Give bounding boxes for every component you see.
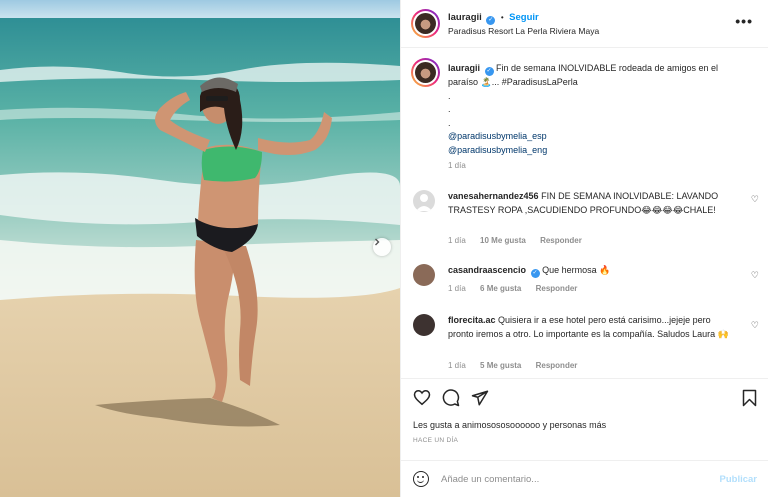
comment-username[interactable]: florecita.ac xyxy=(448,315,496,325)
likes-summary[interactable]: Les gusta a animosososoooooo y personas … xyxy=(413,420,606,430)
caption-dot: . xyxy=(448,90,451,101)
post-photo[interactable] xyxy=(0,0,400,497)
caption-text-block: lauragii ✓ Fin de semana INOLVIDABLE rod… xyxy=(448,62,738,157)
comment-like-heart-icon[interactable]: ♡ xyxy=(751,194,759,205)
caption-time: 1 día xyxy=(448,161,466,170)
chevron-right-icon xyxy=(375,238,380,246)
comment-meta: 1 día 6 Me gusta Responder xyxy=(448,284,589,293)
verified-icon: ✓ xyxy=(484,67,494,76)
follow-button[interactable]: Seguir xyxy=(509,12,539,23)
mention-link[interactable]: @paradisusbymelia_eng xyxy=(448,144,738,158)
comment-item: vanesahernandez456 FIN DE SEMANA INOLVID… xyxy=(401,188,768,248)
comment-text: Que hermosa 🔥 xyxy=(542,265,611,275)
comment-item: florecita.ac Quisiera ir a ese hotel per… xyxy=(401,312,768,378)
comments-list: lauragii ✓ Fin de semana INOLVIDABLE rod… xyxy=(401,48,768,378)
add-comment-bar: Añade un comentario... Publicar xyxy=(401,460,768,497)
caption-dot: . xyxy=(448,104,451,114)
publish-button[interactable]: Publicar xyxy=(720,474,758,485)
comment-username[interactable]: casandraascencio xyxy=(448,265,526,275)
comment-meta: 1 día 10 Me gusta Responder xyxy=(448,236,594,245)
caption-username[interactable]: lauragii xyxy=(448,63,480,73)
comment-icon[interactable] xyxy=(442,389,460,407)
comment-like-heart-icon[interactable]: ♡ xyxy=(751,270,759,281)
verified-icon: ✓ xyxy=(530,269,540,278)
more-options-icon[interactable]: ••• xyxy=(735,13,753,29)
comment-time: 1 día xyxy=(448,361,466,370)
comment-time: 1 día xyxy=(448,236,466,245)
heart-icon[interactable] xyxy=(413,389,431,406)
comment-username[interactable]: vanesahernandez456 xyxy=(448,191,539,201)
mention-link[interactable]: @paradisusbymelia_esp xyxy=(448,130,738,144)
commenter-avatar[interactable] xyxy=(413,314,435,336)
commenter-avatar[interactable] xyxy=(413,190,435,212)
author-avatar[interactable] xyxy=(411,9,440,38)
bookmark-icon[interactable] xyxy=(742,389,757,407)
comment-meta: 1 día 5 Me gusta Responder xyxy=(448,361,589,370)
action-bar xyxy=(401,378,768,418)
comment-like-heart-icon[interactable]: ♡ xyxy=(751,320,759,331)
comment-likes[interactable]: 5 Me gusta xyxy=(480,361,521,370)
next-photo-button[interactable] xyxy=(373,238,391,256)
comment-likes[interactable]: 6 Me gusta xyxy=(480,284,521,293)
caption-dot: . xyxy=(448,117,451,128)
comment-text-block: florecita.ac Quisiera ir a ese hotel per… xyxy=(448,314,738,341)
reply-button[interactable]: Responder xyxy=(536,284,578,293)
comment-input[interactable]: Añade un comentario... xyxy=(441,474,539,485)
comment-text-block: casandraascencio ✓ Que hermosa 🔥 xyxy=(448,264,738,278)
commenter-avatar[interactable] xyxy=(413,264,435,286)
verified-icon: ✓ xyxy=(486,16,496,25)
comment-time: 1 día xyxy=(448,284,466,293)
separator: • xyxy=(500,13,504,22)
author-username[interactable]: lauragii xyxy=(448,12,482,23)
beach-photo-image xyxy=(0,0,400,497)
post-detail-panel: lauragii ✓ • Seguir Paradisus Resort La … xyxy=(400,0,768,497)
share-icon[interactable] xyxy=(471,389,489,407)
comment-item: casandraascencio ✓ Que hermosa 🔥 1 día 6… xyxy=(401,262,768,302)
comment-text-block: vanesahernandez456 FIN DE SEMANA INOLVID… xyxy=(448,190,738,217)
default-avatar-icon xyxy=(416,194,432,211)
caption: lauragii ✓ Fin de semana INOLVIDABLE rod… xyxy=(401,58,768,178)
post-header: lauragii ✓ • Seguir Paradisus Resort La … xyxy=(401,0,768,48)
caption-avatar[interactable] xyxy=(411,58,440,87)
comment-likes[interactable]: 10 Me gusta xyxy=(480,236,526,245)
reply-button[interactable]: Responder xyxy=(540,236,582,245)
reply-button[interactable]: Responder xyxy=(536,361,578,370)
post-location[interactable]: Paradisus Resort La Perla Riviera Maya xyxy=(448,26,599,36)
emoji-icon[interactable] xyxy=(413,471,429,487)
post-date: HACE UN DÍA xyxy=(413,437,459,444)
